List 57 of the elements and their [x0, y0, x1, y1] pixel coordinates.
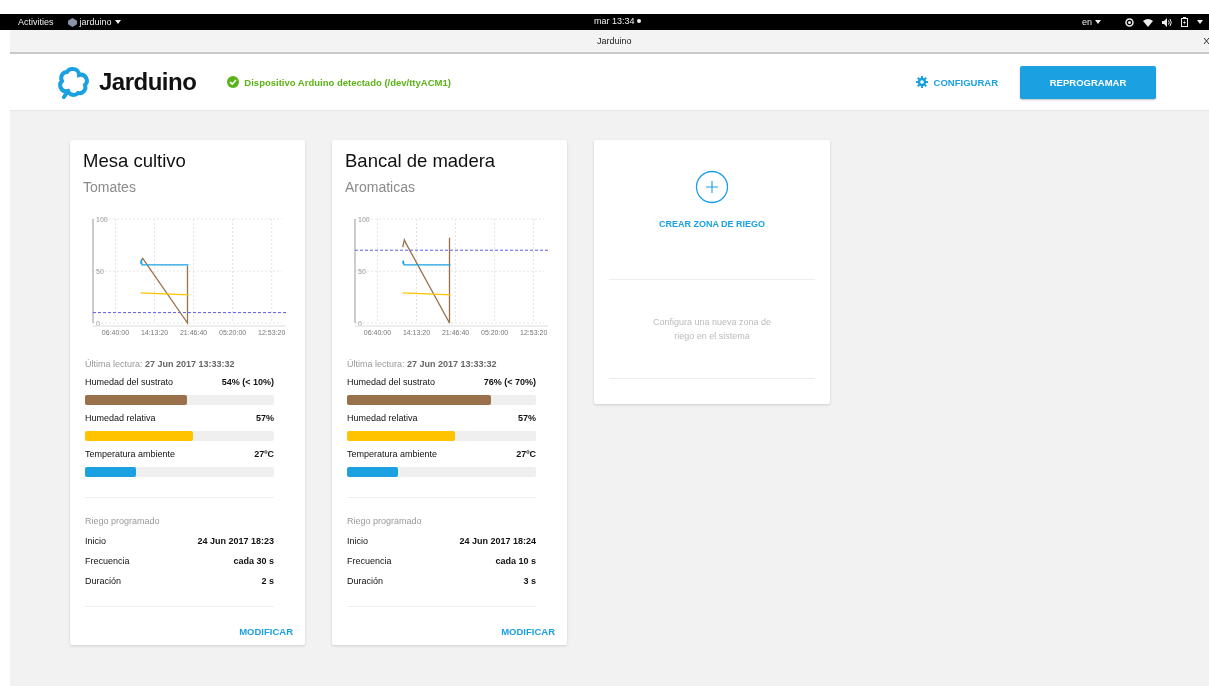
modify-button[interactable]: MODIFICAR [239, 623, 293, 640]
app-menu[interactable]: jarduino [79, 17, 112, 27]
activities-button[interactable]: Activities [18, 17, 54, 27]
schedule-value: cada 10 s [495, 556, 536, 566]
logo-icon [56, 65, 91, 99]
configure-button[interactable]: CONFIGURAR [911, 72, 1002, 92]
zone-subtitle: Tomates [83, 179, 137, 195]
last-reading: Última lectura: 27 Jun 2017 13:33:32 [85, 359, 236, 369]
sensor-label: Humedad relativa [85, 413, 156, 423]
schedule-label: Inicio [85, 536, 106, 546]
caret-icon[interactable] [1095, 20, 1101, 24]
schedule-label: Frecuencia [85, 556, 130, 566]
reprogram-button[interactable]: REPROGRAMAR [1020, 65, 1156, 99]
wifi-icon[interactable] [1143, 17, 1153, 27]
window-title: Jarduino [597, 36, 632, 46]
sensor-label: Humedad del sustrato [85, 377, 174, 387]
app-icon [67, 17, 77, 27]
sensor-reading: 27ºC [254, 449, 274, 459]
schedule-value: 3 s [523, 576, 536, 586]
connection-status: Dispositivo Arduino detectado (/dev/ttyACM1) [244, 76, 451, 88]
notification-dot-icon [636, 19, 641, 23]
language-menu[interactable]: en [1082, 17, 1092, 27]
sensor-reading: 27ºC [516, 449, 536, 459]
volume-icon[interactable] [1162, 17, 1172, 27]
schedule-value: 24 Jun 2017 18:24 [459, 536, 536, 546]
gear-icon [915, 76, 928, 88]
sensor-label: Temperatura ambiente [85, 449, 176, 459]
clock[interactable]: mar 13:34 [594, 16, 635, 26]
schedule-title: Riego programado [85, 516, 161, 526]
zone-title: Mesa cultivo [83, 150, 187, 172]
schedule-value: cada 30 s [233, 556, 274, 566]
zone-title: Bancal de madera [345, 150, 497, 172]
last-reading: Última lectura: 27 Jun 2017 13:33:32 [347, 359, 498, 369]
zone-subtitle: Aromaticas [345, 179, 417, 195]
sensor-reading: 57% [518, 413, 536, 423]
location-icon[interactable] [1125, 17, 1134, 27]
sensor-reading: 54% (< 10%) [221, 377, 274, 387]
schedule-title: Riego programado [347, 516, 423, 526]
sensor-label: Humedad relativa [347, 413, 418, 423]
schedule-value: 24 Jun 2017 18:23 [197, 536, 274, 546]
schedule-label: Inicio [347, 536, 368, 546]
battery-icon[interactable] [1181, 17, 1188, 27]
sensor-reading: 57% [256, 413, 274, 423]
schedule-label: Duración [85, 576, 122, 586]
schedule-label: Duración [347, 576, 384, 586]
caret-icon[interactable] [1197, 20, 1203, 24]
schedule-value: 2 s [261, 576, 274, 586]
schedule-label: Frecuencia [347, 556, 392, 566]
app-logo-text: Jarduino [99, 68, 197, 96]
caret-icon[interactable] [114, 20, 121, 24]
sensor-label: Humedad del sustrato [347, 377, 436, 387]
sensor-reading: 76% (< 70%) [483, 377, 536, 387]
modify-button[interactable]: MODIFICAR [501, 623, 555, 640]
check-circle-icon [227, 76, 240, 88]
close-icon[interactable] [1204, 38, 1209, 44]
create-zone-link[interactable]: CREAR ZONA DE RIEGO [658, 219, 766, 229]
sensor-label: Temperatura ambiente [347, 449, 438, 459]
